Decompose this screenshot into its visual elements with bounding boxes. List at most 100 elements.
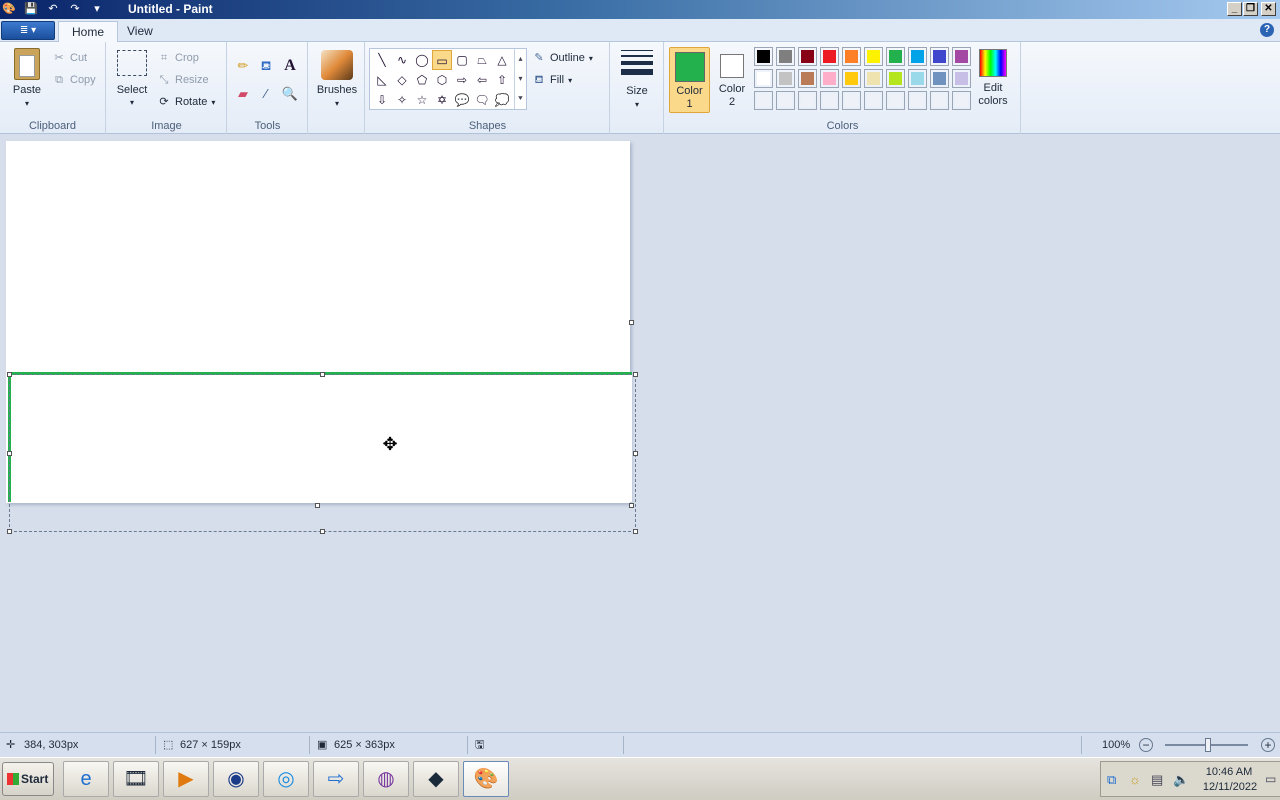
shapes-gallery[interactable]: ╲ ∿ ◯ ▭ ▢ ⏢ △ ◺ ◇ ⬠ ⬡ ⇨ ⇦ ⇧ ⇩ ✧ ☆ ✡ 💬 🗨 💭 ▴ ▾ ⯆ <box>369 48 527 110</box>
redo-icon[interactable]: ↷ <box>66 2 84 17</box>
palette-color-swatch[interactable] <box>754 47 773 66</box>
fill-bucket-icon[interactable]: ⛾ <box>256 56 276 76</box>
palette-color-swatch[interactable] <box>864 47 883 66</box>
brushes-button[interactable]: Brushes ▾ <box>313 50 361 110</box>
devices-tray-icon[interactable]: ▤ <box>1151 772 1163 788</box>
palette-empty-swatch[interactable] <box>864 91 883 110</box>
palette-empty-swatch[interactable] <box>754 91 773 110</box>
eraser-icon[interactable]: ▰ <box>233 84 253 104</box>
palette-color-swatch[interactable] <box>908 47 927 66</box>
selection-handle-e[interactable] <box>633 451 638 456</box>
crop-button[interactable]: ⌗ Crop <box>157 49 199 67</box>
paint-menu-button[interactable]: ≣ ▾ <box>1 21 55 40</box>
tab-home[interactable]: Home <box>58 21 119 43</box>
shape-item[interactable]: ✧ <box>392 90 412 110</box>
selection-handle-n[interactable] <box>320 372 325 377</box>
network-tray-icon[interactable]: ⧉ <box>1107 772 1116 788</box>
clock-date[interactable]: 12/11/2022 <box>1199 781 1261 793</box>
rotate-button[interactable]: ⟳ Rotate ▾ <box>157 93 215 111</box>
shape-item[interactable]: ⬠ <box>412 70 432 90</box>
shape-item[interactable]: ▭ <box>432 50 452 70</box>
zoom-slider-thumb[interactable] <box>1205 738 1211 752</box>
shape-item[interactable]: ☆ <box>412 90 432 110</box>
shapes-gallery-scroll[interactable]: ▴ ▾ ⯆ <box>514 49 526 109</box>
tab-view[interactable]: View <box>114 21 166 43</box>
palette-color-swatch[interactable] <box>908 69 927 88</box>
shape-selection-frame[interactable] <box>9 374 636 532</box>
paste-button[interactable]: Paste ▾ <box>8 48 46 110</box>
palette-color-swatch[interactable] <box>842 47 861 66</box>
zoom-slider[interactable] <box>1165 738 1248 752</box>
palette-empty-swatch[interactable] <box>952 91 971 110</box>
shape-item[interactable]: 💬 <box>452 90 472 110</box>
palette-color-swatch[interactable] <box>930 47 949 66</box>
palette-color-swatch[interactable] <box>820 47 839 66</box>
network-app-icon[interactable]: ◉ <box>213 761 259 797</box>
canvas-workspace[interactable]: ✥ <box>0 135 1280 732</box>
palette-color-swatch[interactable] <box>930 69 949 88</box>
start-button[interactable]: Start <box>2 762 54 796</box>
shape-item[interactable]: ∿ <box>392 50 412 70</box>
zoom-out-icon[interactable]: − <box>1139 738 1153 752</box>
undo-icon[interactable]: ↶ <box>44 2 62 17</box>
shape-item[interactable]: ⇦ <box>472 70 492 90</box>
size-button[interactable]: Size ▾ <box>617 50 657 111</box>
game-app-icon[interactable]: ◆ <box>413 761 459 797</box>
volume-tray-icon[interactable]: 🔈 <box>1173 772 1189 788</box>
shape-item[interactable]: 💭 <box>492 90 512 110</box>
edit-colors-button[interactable]: Edit colors <box>973 49 1013 108</box>
palette-empty-swatch[interactable] <box>842 91 861 110</box>
shape-item[interactable]: ⏢ <box>472 50 492 70</box>
palette-color-swatch[interactable] <box>820 69 839 88</box>
customize-qat-button[interactable]: ▾ <box>88 2 106 17</box>
selection-handle-sw[interactable] <box>7 529 12 534</box>
color1-button[interactable]: Color 1 <box>669 47 710 113</box>
palette-color-swatch[interactable] <box>754 69 773 88</box>
copy-button[interactable]: ⧉ Copy <box>52 71 96 89</box>
palette-color-swatch[interactable] <box>842 69 861 88</box>
palette-empty-swatch[interactable] <box>908 91 927 110</box>
selection-handle-ne[interactable] <box>633 372 638 377</box>
dvd-icon[interactable]: ◍ <box>363 761 409 797</box>
media-app-icon[interactable]: 🎞 <box>113 761 159 797</box>
media-player-icon[interactable]: ▶ <box>163 761 209 797</box>
close-button[interactable]: ✕ <box>1261 2 1276 16</box>
palette-color-swatch[interactable] <box>952 69 971 88</box>
shape-item[interactable]: 🗨 <box>472 90 492 110</box>
color-picker-icon[interactable]: ⁄ <box>256 84 276 104</box>
shield-tray-icon[interactable]: ☼ <box>1129 772 1141 787</box>
shape-item[interactable]: ⇩ <box>372 90 392 110</box>
selection-handle-se[interactable] <box>633 529 638 534</box>
canvas-resize-handle-right[interactable] <box>629 320 634 325</box>
palette-color-swatch[interactable] <box>776 47 795 66</box>
remote-desktop-icon[interactable]: ⇨ <box>313 761 359 797</box>
fill-button[interactable]: ⛾ Fill ▾ <box>532 71 573 89</box>
clock-time[interactable]: 10:46 AM <box>1201 766 1257 778</box>
shape-item[interactable]: ◺ <box>372 70 392 90</box>
shape-item[interactable]: ⇧ <box>492 70 512 90</box>
selection-handle-s[interactable] <box>320 529 325 534</box>
pencil-icon[interactable]: ✏ <box>233 56 253 76</box>
palette-color-swatch[interactable] <box>798 69 817 88</box>
palette-empty-swatch[interactable] <box>820 91 839 110</box>
help-icon[interactable]: ? <box>1260 23 1274 37</box>
palette-color-swatch[interactable] <box>798 47 817 66</box>
zoom-in-icon[interactable]: + <box>1261 738 1275 752</box>
show-desktop-icon[interactable]: ▭ <box>1265 772 1276 786</box>
save-icon[interactable]: 💾 <box>22 2 40 17</box>
restore-button[interactable]: ❐ <box>1243 2 1258 16</box>
internet-explorer-icon[interactable]: e <box>63 761 109 797</box>
color2-button[interactable]: Color 2 <box>712 47 752 113</box>
resize-button[interactable]: ⤡ Resize <box>157 71 209 89</box>
shape-item[interactable]: ╲ <box>372 50 392 70</box>
shape-item[interactable]: ◯ <box>412 50 432 70</box>
cut-button[interactable]: ✂ Cut <box>52 49 87 67</box>
text-tool-icon[interactable]: A <box>280 56 300 76</box>
select-button[interactable]: Select ▾ <box>115 50 149 107</box>
palette-empty-swatch[interactable] <box>930 91 949 110</box>
outline-button[interactable]: ✎ Outline ▾ <box>532 49 592 67</box>
selection-handle-w[interactable] <box>7 451 12 456</box>
shape-item[interactable]: ✡ <box>432 90 452 110</box>
selection-handle-nw[interactable] <box>7 372 12 377</box>
chrome-icon[interactable]: ◎ <box>263 761 309 797</box>
